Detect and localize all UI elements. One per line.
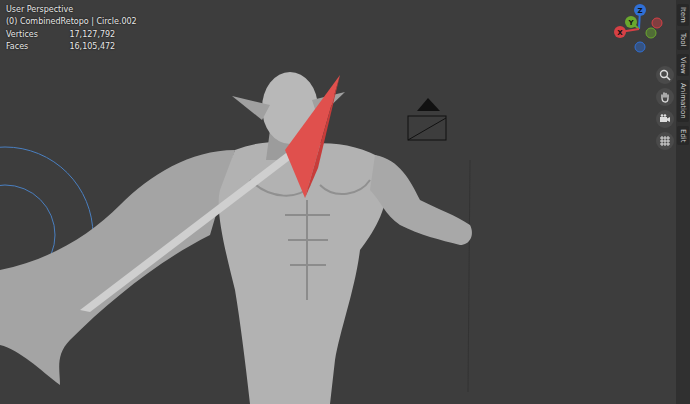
spear-object[interactable] [80,150,295,312]
scene-canvas[interactable] [0,0,676,404]
view-name: User Perspective [6,4,137,16]
cone-object[interactable] [285,75,340,198]
pan-button[interactable] [656,88,674,106]
camera-icon [659,113,671,125]
3d-viewport[interactable]: User Perspective(0) CombinedRetopo | Cir… [0,0,676,404]
sculpt-figure[interactable] [0,72,472,404]
viewport-info: User Perspective(0) CombinedRetopo | Cir… [6,4,137,53]
stat-value: 17,127,792 [69,29,136,41]
axis-label: Z [637,7,642,15]
zoom-button[interactable] [656,66,674,84]
axis-label: X [617,29,623,37]
camera-view-button[interactable] [656,110,674,128]
sidebar-tab[interactable]: View [677,54,689,77]
ortho-toggle-button[interactable] [656,132,674,150]
hand-icon [659,91,671,103]
negative-axis-icon[interactable] [646,28,656,38]
stat-value: 16,105,472 [69,41,136,53]
sidebar-tab[interactable]: Item [677,4,689,26]
camera-object[interactable] [408,98,446,140]
sidebar-tab[interactable]: Tool [677,30,689,50]
axis-handle[interactable]: X [614,26,639,38]
sidebar-tabs: Item Tool View Animation Edit [676,0,690,404]
stat-label: Vertices [6,29,59,41]
grid-icon [659,135,671,147]
guide-line [468,160,470,392]
navigation-buttons [656,66,674,150]
sidebar-tab[interactable]: Edit [677,126,689,146]
scene-stats: Vertices 17,127,792 Faces 16,105,472 [6,29,137,53]
stat-label: Faces [6,41,59,53]
negative-axis-icon[interactable] [652,18,662,28]
axis-handle[interactable]: Y [625,16,639,29]
blender-window: User Perspective(0) CombinedRetopo | Cir… [0,0,690,404]
negative-axis-icon[interactable] [635,42,645,52]
navigation-gizmo[interactable]: ZYX [604,1,668,59]
object-info: (0) CombinedRetopo | Circle.002 [6,16,137,28]
magnifier-icon [659,69,671,81]
sidebar-tab[interactable]: Animation [677,80,689,122]
axis-label: Y [627,19,634,27]
